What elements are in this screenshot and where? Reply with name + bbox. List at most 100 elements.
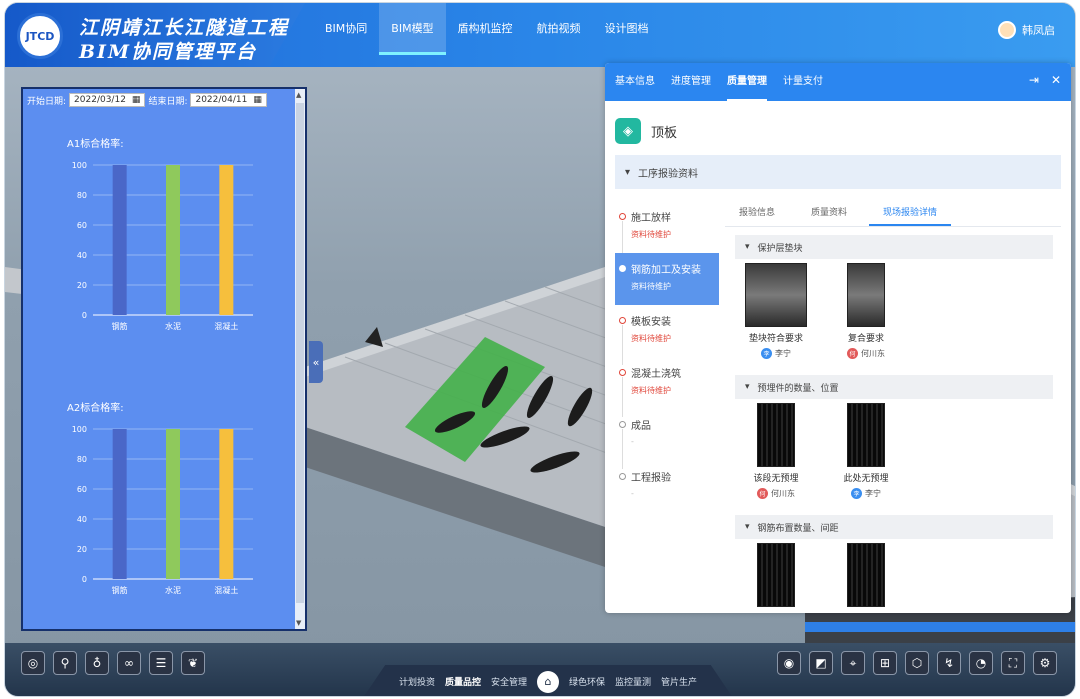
photo-card[interactable]	[831, 543, 901, 613]
bottom-nav-monitor[interactable]: 监控量测	[615, 675, 651, 688]
tab-basic-info[interactable]: 基本信息	[615, 63, 655, 101]
bottom-nav: 计划投资 质量品控 安全管理 ⌂ 绿色环保 监控量测 管片生产	[363, 665, 733, 696]
double-chevron-left-icon: «	[312, 355, 320, 369]
subtab-inspection-info[interactable]: 报验信息	[725, 201, 789, 226]
group-header[interactable]: ▾ 钢筋布置数量、间距	[735, 515, 1053, 539]
step-item[interactable]: 工程报验 -	[615, 461, 719, 513]
x-tick-label: 钢筋	[112, 321, 128, 331]
photo-thumbnail[interactable]	[847, 263, 885, 327]
nav-aerial-video[interactable]: 航拍视频	[525, 3, 593, 55]
fullscreen-icon[interactable]: ⛶	[1001, 651, 1025, 675]
photo-thumbnail[interactable]	[847, 403, 885, 467]
start-date-input[interactable]: 2022/03/12 ▦	[69, 93, 146, 107]
y-tick-label: 20	[77, 545, 87, 554]
x-tick-label: 水泥	[165, 321, 181, 331]
nav-design-docs[interactable]: 设计图档	[593, 3, 661, 55]
step-item[interactable]: 成品 -	[615, 409, 719, 469]
globe-icon[interactable]: ◎	[21, 651, 45, 675]
camera-position-icon[interactable]: ♁	[85, 651, 109, 675]
bottom-nav-green[interactable]: 绿色环保	[569, 675, 605, 688]
bottom-nav-safety[interactable]: 安全管理	[491, 675, 527, 688]
caret-down-icon: ▾	[745, 382, 750, 392]
calendar-icon[interactable]: ▦	[253, 95, 262, 105]
y-tick-label: 0	[82, 575, 87, 584]
bar[interactable]	[166, 165, 180, 315]
photo-card[interactable]: 垫块符合要求李李宁	[741, 263, 811, 375]
subtab-quality-docs[interactable]: 质量资料	[797, 201, 861, 226]
bottom-nav-quality[interactable]: 质量品控	[445, 675, 481, 688]
photo-thumbnail[interactable]	[745, 263, 807, 327]
bar[interactable]	[219, 429, 234, 579]
target-icon[interactable]: ⌖	[841, 651, 865, 675]
compass-icon[interactable]: ◔	[969, 651, 993, 675]
y-tick-label: 100	[72, 425, 87, 434]
y-tick-label: 100	[72, 161, 87, 170]
calendar-icon[interactable]: ▦	[132, 95, 141, 105]
measure-icon[interactable]: ⊞	[873, 651, 897, 675]
subtab-site-details[interactable]: 现场报验详情	[869, 201, 952, 226]
scroll-up-icon[interactable]: ▲	[296, 91, 301, 99]
start-date-label: 开始日期:	[27, 96, 67, 107]
end-date-input[interactable]: 2022/04/11 ▦	[190, 93, 267, 107]
bar[interactable]	[112, 165, 127, 315]
box-icon[interactable]: ⬡	[905, 651, 929, 675]
a2-bar-chart: 0 20 40 60 80 100 钢筋 水泥 混凝土	[72, 425, 253, 595]
step-item[interactable]: 钢筋加工及安装 资料待维护	[615, 253, 719, 305]
object-header: ◈ 顶板	[605, 101, 1071, 151]
statistics-panel: 开始日期: 2022/03/12 ▦ 结束日期: 2022/04/11 ▦ ▲ ▼ …	[21, 87, 307, 631]
a1-bar-chart: 0 20 40 60 80 100 钢筋 水泥 混凝土	[72, 161, 253, 331]
photo-card[interactable]: 该段无预埋何何川东	[741, 403, 811, 515]
nav-bim-collab[interactable]: BIM协同	[313, 3, 379, 55]
y-tick-label: 40	[77, 515, 87, 524]
process-steps: 施工放样 资料待维护 钢筋加工及安装 资料待维护 模板安装 资料待维护 混凝土浇筑 资料…	[615, 201, 719, 513]
end-date-label: 结束日期:	[148, 96, 188, 107]
group-header[interactable]: ▾ 保护层垫块	[735, 235, 1053, 259]
path-icon[interactable]: ↯	[937, 651, 961, 675]
photo-card[interactable]: 此处无预埋李李宁	[831, 403, 901, 515]
tab-quality[interactable]: 质量管理	[727, 63, 767, 101]
tab-payment[interactable]: 计量支付	[783, 63, 823, 101]
a1-pass-rate-chart: A1标合格率: 0 20 40 60 80 100 钢筋 水泥 混凝土	[23, 135, 299, 385]
bottom-nav-segment[interactable]: 管片生产	[661, 675, 697, 688]
home-icon[interactable]: ⌂	[537, 670, 559, 693]
nav-bim-model[interactable]: BIM模型	[379, 3, 446, 55]
list-icon[interactable]: ☰	[149, 651, 173, 675]
bar[interactable]	[219, 165, 234, 315]
y-tick-label: 80	[77, 191, 87, 200]
user-menu[interactable]: 韩凤启	[998, 21, 1055, 39]
y-tick-label: 60	[77, 221, 87, 230]
y-tick-label: 40	[77, 251, 87, 260]
close-icon[interactable]: ✕	[1051, 73, 1061, 87]
pin-icon[interactable]: ⇥	[1029, 73, 1039, 87]
step-item[interactable]: 施工放样 资料待维护	[615, 201, 719, 261]
section-header[interactable]: ▾ 工序报验资料	[615, 155, 1061, 189]
photo-card[interactable]	[741, 543, 811, 613]
group-header[interactable]: ▾ 预埋件的数量、位置	[735, 375, 1053, 399]
photo-thumbnail[interactable]	[757, 543, 795, 607]
step-item[interactable]: 混凝土浇筑 资料待维护	[615, 357, 719, 417]
step-item[interactable]: 模板安装 资料待维护	[615, 305, 719, 365]
bottom-nav-plan[interactable]: 计划投资	[399, 675, 435, 688]
company-logo: JTCD	[17, 13, 63, 59]
section-cut-icon[interactable]: ◩	[809, 651, 833, 675]
panel-tabs: 基本信息 进度管理 质量管理 计量支付 ⇥ ✕	[605, 63, 1071, 101]
collapse-panel-button[interactable]: «	[309, 341, 323, 383]
settings-icon[interactable]: ⚙	[1033, 651, 1057, 675]
photo-card[interactable]: 复合要求何何川东	[831, 263, 901, 375]
user-name: 韩凤启	[1022, 24, 1055, 37]
link-icon[interactable]: ∞	[117, 651, 141, 675]
y-tick-label: 20	[77, 281, 87, 290]
photo-thumbnail[interactable]	[757, 403, 795, 467]
nav-tbm-monitor[interactable]: 盾构机监控	[446, 3, 525, 55]
panel-controls: ⇥ ✕	[1029, 73, 1061, 87]
leaf-icon[interactable]: ❦	[181, 651, 205, 675]
photo-thumbnail[interactable]	[847, 543, 885, 607]
bar[interactable]	[112, 429, 127, 579]
brand-area: JTCD 江阴靖江长江隧道工程 BIM协同管理平台	[5, 3, 305, 67]
tab-progress[interactable]: 进度管理	[671, 63, 711, 101]
user-badge-icon: 李	[851, 488, 862, 499]
bar[interactable]	[166, 429, 180, 579]
eye-icon[interactable]: ◉	[777, 651, 801, 675]
step-dot-icon	[619, 317, 626, 324]
location-pin-icon[interactable]: ⚲	[53, 651, 77, 675]
